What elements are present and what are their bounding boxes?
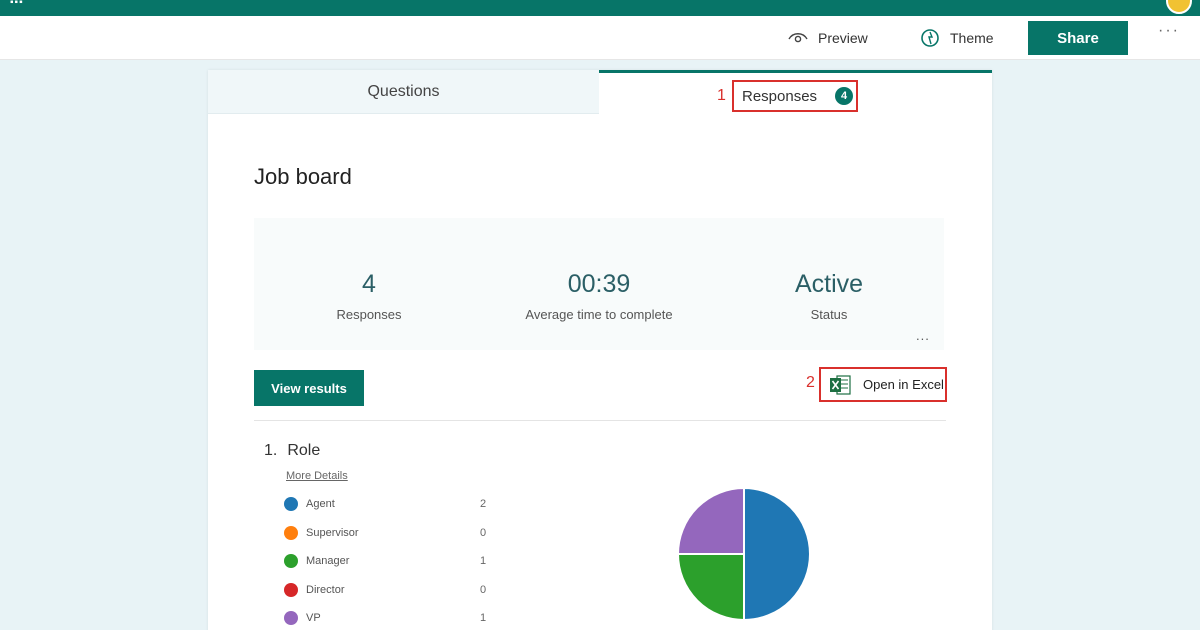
form-card: Questions 1 Responses 4 Job board 4 Resp… xyxy=(208,70,992,630)
legend-label: VP xyxy=(306,612,321,625)
tab-questions[interactable]: Questions xyxy=(208,70,599,114)
view-results-button[interactable]: View results xyxy=(254,370,364,406)
palette-icon xyxy=(921,29,939,47)
stat-value: 00:39 xyxy=(567,270,631,298)
stats-more-icon[interactable]: ... xyxy=(916,328,930,343)
open-in-excel-button[interactable]: Open in Excel xyxy=(819,367,947,402)
legend-item: Director 0 xyxy=(284,576,494,605)
open-in-excel-label: Open in Excel xyxy=(863,377,944,392)
legend-swatch xyxy=(284,497,298,512)
stat-label: Average time to complete xyxy=(525,307,673,322)
preview-button[interactable]: Preview xyxy=(788,16,868,60)
app-launcher-icon[interactable]: ▪▪▪ xyxy=(10,0,24,8)
legend-count: 0 xyxy=(480,526,487,539)
more-options-icon[interactable]: ··· xyxy=(1158,22,1180,40)
role-pie-chart xyxy=(678,488,811,622)
stat-label: Responses xyxy=(336,307,402,322)
legend-count: 0 xyxy=(480,583,487,596)
summary-stats: 4 Responses 00:39 Average time to comple… xyxy=(254,218,944,350)
share-button[interactable]: Share xyxy=(1028,21,1128,55)
avatar[interactable] xyxy=(1166,0,1192,14)
stat-label: Status xyxy=(810,307,848,322)
responses-highlight-box[interactable]: Responses 4 xyxy=(732,80,858,112)
legend-item: Supervisor 0 xyxy=(284,519,494,548)
stat-status: Active Status xyxy=(714,270,944,322)
legend-label: Supervisor xyxy=(306,526,359,539)
legend-label: Director xyxy=(306,583,345,596)
stat-value: 4 xyxy=(362,270,376,298)
legend-label: Manager xyxy=(306,555,350,568)
legend-count: 2 xyxy=(480,498,487,511)
question-text: Role xyxy=(287,442,321,459)
tab-bar: Questions 1 Responses 4 xyxy=(208,70,992,114)
legend-item: VP 1 xyxy=(284,604,494,630)
question-number: 1. xyxy=(264,442,278,459)
stat-responses: 4 Responses xyxy=(254,270,484,322)
annotation-marker-2: 2 xyxy=(806,374,815,391)
legend-item: Manager 1 xyxy=(284,547,494,576)
top-bar: ▪▪▪ xyxy=(0,0,1200,16)
form-title: Job board xyxy=(254,164,352,189)
legend-swatch xyxy=(284,525,298,540)
more-details-link[interactable]: More Details xyxy=(286,470,348,482)
question-title: 1. Role xyxy=(264,442,320,460)
eye-icon xyxy=(788,33,808,43)
theme-button[interactable]: Theme xyxy=(920,16,994,60)
responses-tab-label: Responses xyxy=(742,87,818,105)
excel-icon xyxy=(830,374,851,395)
tab-responses[interactable]: 1 Responses 4 xyxy=(599,70,992,114)
annotation-marker-1: 1 xyxy=(717,87,726,104)
pie-slice-manager[interactable] xyxy=(678,553,745,622)
legend-swatch xyxy=(284,554,298,569)
stat-value: Active xyxy=(794,270,864,298)
responses-count-badge: 4 xyxy=(835,87,854,105)
divider xyxy=(254,420,946,421)
theme-label: Theme xyxy=(950,30,994,46)
legend-count: 1 xyxy=(480,612,487,625)
pie-slice-vp[interactable] xyxy=(678,488,745,555)
preview-label: Preview xyxy=(818,30,868,46)
chart-legend: Agent 2 Supervisor 0 Manager 1 Director 0 VP 1 xyxy=(284,490,494,630)
legend-item: Agent 2 xyxy=(284,490,494,519)
legend-swatch xyxy=(284,611,298,626)
legend-swatch xyxy=(284,582,298,597)
pie-slice-agent[interactable] xyxy=(743,488,811,622)
legend-count: 1 xyxy=(480,555,487,568)
stat-average-time: 00:39 Average time to complete xyxy=(484,270,714,322)
legend-label: Agent xyxy=(306,498,335,511)
form-toolbar: Preview Theme Share ··· xyxy=(0,16,1200,60)
